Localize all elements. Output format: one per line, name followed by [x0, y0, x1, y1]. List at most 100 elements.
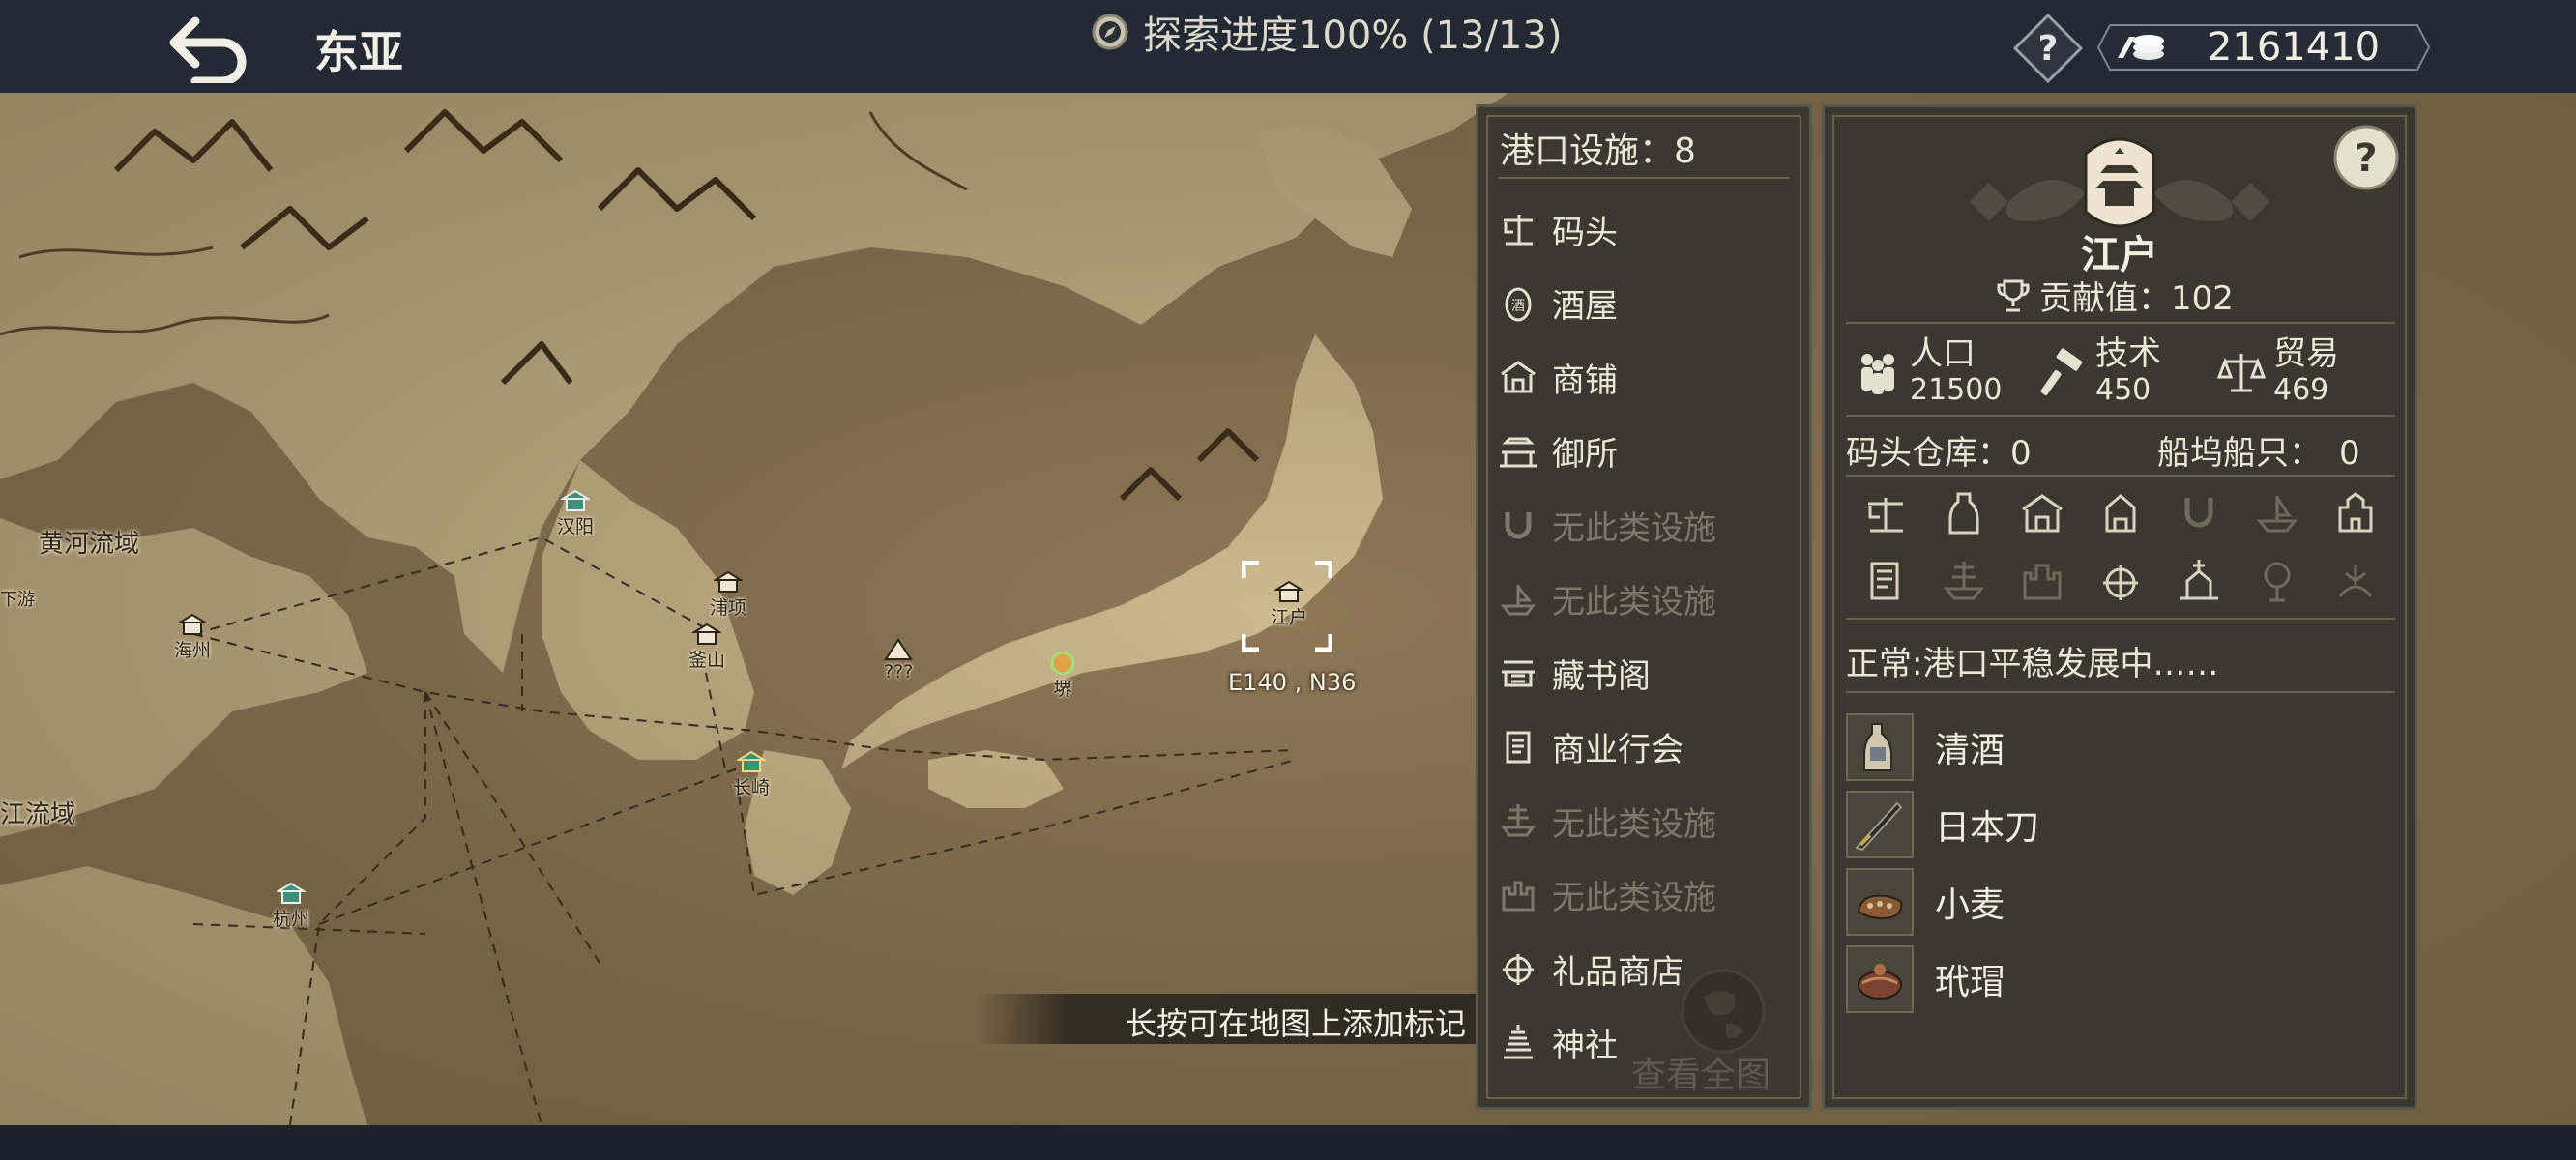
technology-value: 450: [2095, 373, 2152, 407]
exploration-progress: 探索进度100% (13/13): [1091, 8, 1563, 58]
horseshoe-icon: [1505, 512, 1532, 539]
horseshoe-icon: [2160, 486, 2239, 540]
cathedral-icon: [2317, 486, 2395, 540]
palace-icon: [1500, 437, 1537, 468]
castle-icon: [1502, 881, 1535, 912]
city-unknown[interactable]: ???: [884, 638, 913, 682]
coin-amount: 2161410: [2207, 25, 2381, 70]
shop-icon: [2003, 486, 2081, 540]
tavern-icon: 酒: [1505, 287, 1532, 322]
top-bar: 东亚 探索进度100% (13/13) ? 2161410: [0, 0, 2576, 93]
shipyard-icon: [1501, 584, 1536, 616]
dock-icon: [1846, 486, 1924, 540]
contribution: 贡献值：102: [1995, 272, 2234, 319]
tavern-icon: [1924, 486, 2003, 540]
sake-icon: [1846, 713, 1914, 781]
facility-unavailable: 无此类设施: [1498, 488, 1798, 563]
player-ship-pin-icon: [1050, 652, 1075, 675]
ship-icon: [1924, 554, 2003, 608]
dock-icon: [1504, 215, 1533, 246]
trade-stat: 贸易 469: [2217, 335, 2339, 409]
technology-stat: 技术 450: [2039, 335, 2161, 409]
silver-coins-icon: [2118, 35, 2164, 60]
port-info-panel: ? 江户 贡献值：102 人口 21500 技术 450 贸易 469 码头仓库…: [1822, 104, 2417, 1110]
map-hint: 长按可在地图上添加标记: [977, 994, 1479, 1044]
city-nagasaki[interactable]: 长崎: [733, 750, 770, 799]
hammer-icon: [2040, 348, 2083, 395]
katana-icon: [1846, 791, 1914, 858]
ritual-icon: [2317, 554, 2395, 608]
library-icon: [1846, 554, 1924, 608]
help-icon[interactable]: ?: [2013, 14, 2083, 83]
view-full-map-button[interactable]: 查看全图: [1624, 968, 1817, 1103]
selection-brackets-icon: [1242, 561, 1332, 652]
region-title: 东亚: [314, 26, 403, 78]
church-icon: [2160, 554, 2239, 608]
city-busan[interactable]: 釜山: [688, 623, 725, 672]
facility-palace[interactable]: 御所: [1498, 415, 1798, 489]
city-hanyang[interactable]: 汉阳: [557, 489, 594, 538]
port-pin-icon: [277, 882, 306, 904]
ship-icon: [1501, 804, 1536, 837]
region-label-yellow-river: 黄河流域: [39, 530, 140, 559]
selected-coordinates: E140 , N36: [1228, 669, 1357, 696]
camp-pin-icon: [884, 638, 913, 660]
globe-icon: [1681, 969, 1766, 1054]
svg-text:酒: 酒: [1511, 299, 1525, 314]
wheat-icon: [1846, 868, 1914, 936]
port-pin-icon: [714, 570, 743, 593]
city-sakai[interactable]: 堺: [1048, 652, 1077, 701]
region-label-downstream: 下游: [0, 590, 35, 610]
shipyard-ships: 船坞船只： 0: [2157, 434, 2360, 473]
map-hint-text: 长按可在地图上添加标记: [1125, 1005, 1466, 1042]
facilities-header: 港口设施：8: [1500, 131, 1696, 171]
svg-text:?: ?: [2038, 29, 2059, 69]
population-value: 21500: [1910, 373, 2003, 407]
facility-shop[interactable]: 商铺: [1498, 340, 1798, 415]
population-stat: 人口 21500: [1854, 335, 2002, 409]
trophy-icon: [1997, 279, 2030, 311]
port-pin-icon: [561, 489, 590, 511]
goods-item-wheat[interactable]: 小麦: [1846, 863, 2387, 941]
palace-icon: [2081, 486, 2159, 540]
help-icon[interactable]: ?: [2331, 123, 2401, 192]
shrine-icon: [1504, 1024, 1533, 1059]
back-arrow-icon[interactable]: [166, 14, 253, 83]
facility-unavailable: 无此类设施: [1498, 784, 1798, 858]
gift-shop-icon: [1503, 954, 1534, 986]
facility-icon-grid: [1846, 486, 2395, 608]
region-label-yangtze: 江流域: [0, 800, 76, 829]
city-pohang[interactable]: 浦项: [710, 570, 746, 620]
trade-value: 469: [2273, 373, 2329, 407]
facility-unavailable: 无此类设施: [1498, 858, 1798, 933]
facility-dock[interactable]: 码头: [1498, 192, 1798, 267]
goods-item-katana[interactable]: 日本刀: [1846, 786, 2387, 863]
currency-display: 2161410: [2096, 23, 2431, 72]
facility-tavern[interactable]: 酒 酒屋: [1498, 267, 1798, 341]
gift-shop-icon: [2081, 554, 2159, 608]
port-pin-icon: [692, 623, 721, 645]
svg-text:?: ?: [2355, 136, 2377, 181]
facility-library[interactable]: 藏书阁: [1498, 636, 1798, 710]
goods-item-sake[interactable]: 清酒: [1846, 709, 2387, 786]
dock-warehouse: 码头仓库：0: [1846, 434, 2032, 473]
progress-text: 探索进度100% (13/13): [1143, 14, 1563, 58]
facility-guild[interactable]: 商业行会: [1498, 710, 1798, 785]
city-hangzhou[interactable]: 杭州: [273, 882, 309, 931]
guild-icon: [1506, 731, 1531, 764]
tortoiseshell-icon: [1846, 945, 1914, 1013]
facilities-panel: 港口设施：8 码头 酒 酒屋 商铺 御所 无此类设施 无此类设施 藏书阁 商业行…: [1476, 104, 1812, 1110]
facility-unavailable: 无此类设施: [1498, 563, 1798, 637]
bottom-bar: [0, 1125, 2576, 1160]
population-icon: [1861, 354, 1894, 394]
tree-icon: [2239, 554, 2317, 608]
goods-item-tortoiseshell[interactable]: 玳瑁: [1846, 941, 2387, 1018]
specialty-goods-list: 清酒 日本刀 小麦 玳瑁: [1846, 709, 2387, 1018]
scales-icon: [2217, 354, 2266, 392]
facilities-list: 码头 酒 酒屋 商铺 御所 无此类设施 无此类设施 藏书阁 商业行会 无此类设施…: [1498, 192, 1798, 1080]
port-status: 正常:港口平稳发展中……: [1846, 645, 2219, 683]
port-pin-icon: [178, 613, 207, 635]
castle-icon: [2003, 554, 2081, 608]
city-haizhou[interactable]: 海州: [174, 613, 211, 662]
shipyard-icon: [2239, 486, 2317, 540]
